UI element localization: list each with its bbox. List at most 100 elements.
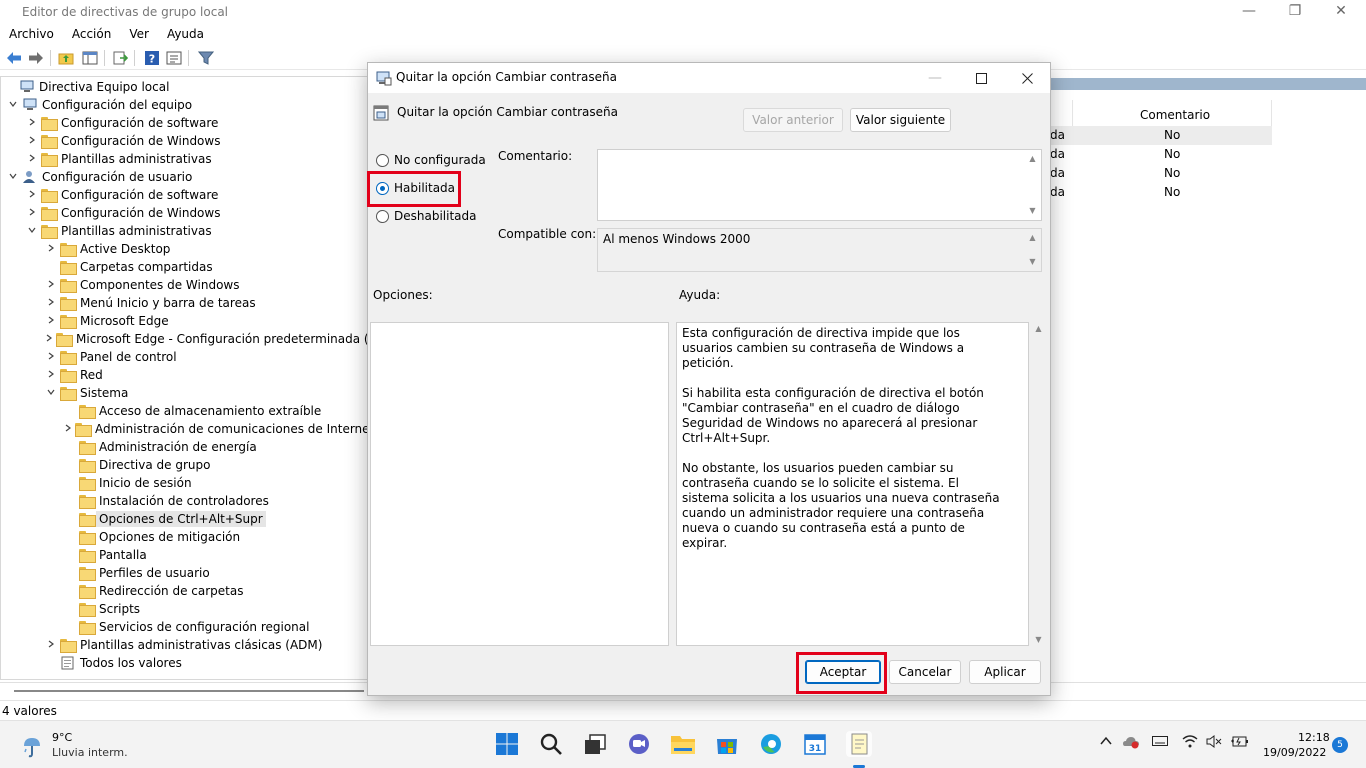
start-icon[interactable]	[494, 731, 520, 757]
tree-item[interactable]: Componentes de Windows	[1, 276, 367, 294]
chevron-down-icon[interactable]	[26, 226, 38, 237]
notification-badge[interactable]: 5	[1332, 737, 1348, 753]
tree-item[interactable]: Configuración del equipo	[1, 96, 367, 114]
volume-muted-icon[interactable]	[1206, 735, 1222, 752]
tree-item[interactable]: Sistema	[1, 384, 367, 402]
tree-item[interactable]: Scripts	[1, 600, 367, 618]
minimize-button[interactable]: —	[1226, 0, 1272, 24]
tree-item[interactable]: Panel de control	[1, 348, 367, 366]
tree-item[interactable]: Inicio de sesión	[1, 474, 367, 492]
search-icon[interactable]	[538, 731, 564, 757]
scrollbar-thumb[interactable]	[14, 690, 364, 692]
wifi-icon[interactable]	[1182, 735, 1198, 752]
tree-item[interactable]: Configuración de software	[1, 186, 367, 204]
onedrive-icon[interactable]	[1122, 735, 1140, 753]
filter-icon[interactable]	[196, 49, 216, 67]
tree-item[interactable]: Servicios de configuración regional	[1, 618, 367, 636]
chevron-right-icon[interactable]	[26, 136, 38, 147]
chevron-up-icon[interactable]	[1100, 735, 1112, 751]
menu-archivo[interactable]: Archivo	[0, 24, 63, 44]
chevron-right-icon[interactable]	[26, 208, 38, 219]
chevron-right-icon[interactable]	[45, 352, 57, 363]
chevron-right-icon[interactable]	[45, 370, 57, 381]
table-row[interactable]: da No	[1050, 126, 1272, 145]
tree-item[interactable]: Directiva Equipo local	[1, 78, 367, 96]
calendar-icon[interactable]: 31	[802, 731, 828, 757]
tree-item[interactable]: Plantillas administrativas clásicas (ADM…	[1, 636, 367, 654]
tree-item[interactable]: Administración de energía	[1, 438, 367, 456]
show-tree-icon[interactable]	[80, 49, 100, 67]
help-panel[interactable]: Esta configuración de directiva impide q…	[676, 322, 1029, 646]
tree-item[interactable]: Configuración de usuario	[1, 168, 367, 186]
menu-ver[interactable]: Ver	[120, 24, 158, 44]
tree-item[interactable]: Instalación de controladores	[1, 492, 367, 510]
tree-item[interactable]: Acceso de almacenamiento extraíble	[1, 402, 367, 420]
chevron-right-icon[interactable]	[45, 244, 57, 255]
tree-item[interactable]: Opciones de mitigación	[1, 528, 367, 546]
table-row[interactable]: da No	[1050, 164, 1272, 183]
weather-rain-icon[interactable]	[18, 732, 44, 758]
export-list-icon[interactable]	[110, 49, 130, 67]
tree-item[interactable]: Configuración de software	[1, 114, 367, 132]
radio-button[interactable]	[376, 153, 389, 167]
supported-on-field[interactable]: Al menos Windows 2000 ▲ ▼	[597, 228, 1042, 272]
keyboard-icon[interactable]	[1152, 735, 1168, 751]
close-button[interactable]: ✕	[1318, 0, 1364, 24]
store-icon[interactable]	[714, 731, 740, 757]
chevron-right-icon[interactable]	[26, 154, 38, 165]
tree-item[interactable]: Red	[1, 366, 367, 384]
previous-setting-button[interactable]: Valor anterior	[743, 108, 843, 132]
tree-item[interactable]: Opciones de Ctrl+Alt+Supr	[1, 510, 367, 528]
weather-description[interactable]: Lluvia interm.	[52, 746, 128, 759]
tree-item[interactable]: Perfiles de usuario	[1, 564, 367, 582]
task-view-icon[interactable]	[582, 731, 608, 757]
settings-list[interactable]: Comentario da No da No da No da No	[1050, 78, 1366, 682]
tree-item[interactable]: Todos los valores	[1, 654, 367, 672]
chevron-down-icon[interactable]	[7, 172, 19, 183]
back-arrow-icon[interactable]	[4, 49, 24, 67]
help-scrollbar[interactable]: ▲ ▼	[1030, 322, 1047, 646]
policy-tree[interactable]: Directiva Equipo local Configuración del …	[0, 76, 368, 680]
radio-enabled[interactable]: Habilitada	[376, 179, 455, 197]
chevron-right-icon[interactable]	[26, 190, 38, 201]
edge-icon[interactable]	[758, 731, 784, 757]
menu-accion[interactable]: Acción	[63, 24, 120, 44]
apply-button[interactable]: Aplicar	[969, 660, 1041, 684]
forward-arrow-icon[interactable]	[26, 49, 46, 67]
ok-button[interactable]: Aceptar	[805, 660, 881, 684]
tree-item[interactable]: Microsoft Edge - Configuración predeterm…	[1, 330, 368, 348]
weather-temp[interactable]: 9°C	[52, 731, 72, 744]
comment-textarea[interactable]: ▲ ▼	[597, 149, 1042, 221]
clock-time[interactable]: 12:18	[1298, 731, 1330, 744]
menu-ayuda[interactable]: Ayuda	[158, 24, 213, 44]
chat-icon[interactable]	[626, 731, 652, 757]
tree-item[interactable]: Plantillas administrativas	[1, 150, 367, 168]
tree-item[interactable]: Plantillas administrativas	[1, 222, 367, 240]
dialog-minimize-button[interactable]: —	[912, 63, 958, 93]
next-setting-button[interactable]: Valor siguiente	[850, 108, 951, 132]
tree-item[interactable]: Administración de comunicaciones de Inte…	[1, 420, 368, 438]
tree-item[interactable]: Configuración de Windows	[1, 132, 367, 150]
battery-icon[interactable]	[1230, 735, 1248, 752]
table-row[interactable]: da No	[1050, 145, 1272, 164]
chevron-right-icon[interactable]	[45, 640, 57, 651]
dialog-close-button[interactable]	[1004, 63, 1050, 93]
comment-scrollbar[interactable]: ▲ ▼	[1024, 150, 1041, 220]
supported-scrollbar[interactable]: ▲ ▼	[1024, 229, 1041, 271]
up-folder-icon[interactable]	[56, 49, 76, 67]
chevron-down-icon[interactable]	[7, 100, 19, 111]
tree-item[interactable]: Directiva de grupo	[1, 456, 367, 474]
tree-item[interactable]: Active Desktop	[1, 240, 367, 258]
tree-item[interactable]: Menú Inicio y barra de tareas	[1, 294, 367, 312]
column-header-comment[interactable]: Comentario	[1140, 104, 1210, 126]
chevron-right-icon[interactable]	[45, 298, 57, 309]
chevron-right-icon[interactable]	[64, 424, 72, 435]
radio-not-configured[interactable]: No configurada	[376, 151, 486, 169]
notepad-icon[interactable]	[846, 731, 872, 757]
properties-icon[interactable]	[164, 49, 184, 67]
dialog-maximize-button[interactable]	[958, 63, 1004, 93]
tree-item[interactable]: Carpetas compartidas	[1, 258, 367, 276]
chevron-right-icon[interactable]	[45, 280, 57, 291]
chevron-right-icon[interactable]	[45, 316, 57, 327]
tree-item[interactable]: Configuración de Windows	[1, 204, 367, 222]
